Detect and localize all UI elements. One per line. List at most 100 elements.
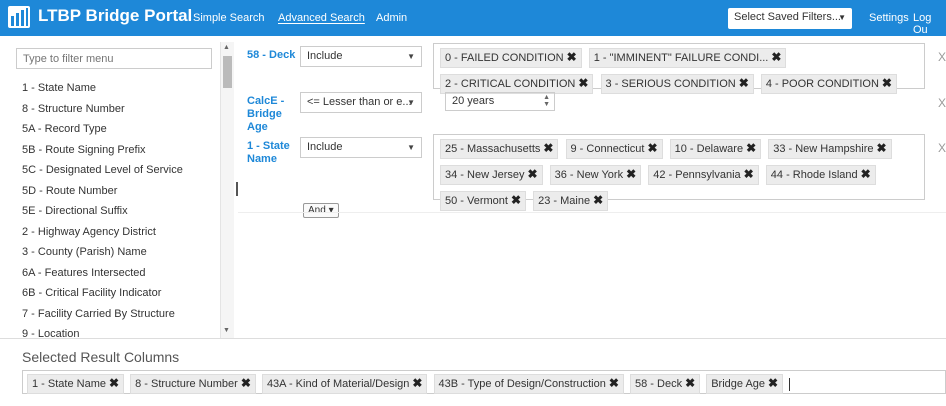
deck-operator-select[interactable]: Include ▼ bbox=[300, 46, 422, 67]
remove-icon[interactable]: ✖ bbox=[609, 376, 619, 390]
and-operator-dropdown[interactable]: And ▾ bbox=[303, 203, 339, 218]
menu-item[interactable]: 5C - Designated Level of Service bbox=[22, 160, 222, 181]
bridge-age-value-input[interactable]: 20 years ▲ ▼ bbox=[445, 92, 555, 111]
remove-icon[interactable]: ✖ bbox=[739, 76, 749, 90]
remove-icon[interactable]: ✖ bbox=[882, 76, 892, 90]
remove-filter-bridge-age-icon[interactable]: X bbox=[938, 96, 946, 110]
menu-item[interactable]: 7 - Facility Carried By Structure bbox=[22, 304, 222, 325]
scrollbar-thumb[interactable] bbox=[223, 56, 232, 88]
remove-icon[interactable]: ✖ bbox=[109, 376, 119, 390]
tag-label: 10 - Delaware bbox=[674, 143, 744, 155]
scroll-up-icon[interactable]: ▲ bbox=[223, 44, 230, 51]
filter-tag[interactable]: 2 - CRITICAL CONDITION ✖ bbox=[440, 74, 594, 94]
remove-icon[interactable]: ✖ bbox=[593, 193, 603, 207]
remove-icon[interactable]: ✖ bbox=[861, 167, 871, 181]
menu-item[interactable]: 1 - State Name bbox=[22, 78, 222, 99]
menu-item[interactable]: 5D - Route Number bbox=[22, 181, 222, 202]
menu-item[interactable]: 8 - Structure Number bbox=[22, 99, 222, 120]
filter-label-state-name[interactable]: 1 - State Name bbox=[247, 140, 299, 166]
filter-tag[interactable]: 44 - Rhode Island ✖ bbox=[765, 165, 876, 185]
menu-item[interactable]: 3 - County (Parish) Name bbox=[22, 242, 222, 263]
bridge-logo-icon bbox=[8, 6, 30, 28]
bridge-age-operator-select[interactable]: <= Lesser than or e... ▼ bbox=[300, 92, 422, 113]
column-tag[interactable]: 58 - Deck ✖ bbox=[630, 374, 701, 394]
menu-item[interactable]: 6A - Features Intersected bbox=[22, 263, 222, 284]
filter-tag[interactable]: 42 - Pennsylvania ✖ bbox=[648, 165, 759, 185]
state-operator-select[interactable]: Include ▼ bbox=[300, 137, 422, 158]
filter-tag[interactable]: 33 - New Hampshire ✖ bbox=[768, 139, 892, 159]
filter-tag[interactable]: 9 - Connecticut ✖ bbox=[565, 139, 663, 159]
nav-settings[interactable]: Settings bbox=[869, 12, 909, 24]
filter-tag[interactable]: 25 - Massachusetts ✖ bbox=[440, 139, 559, 159]
state-values-box[interactable]: 25 - Massachusetts ✖ 9 - Connecticut ✖ 10 … bbox=[433, 134, 925, 211]
filter-tag[interactable]: 23 - Maine ✖ bbox=[533, 191, 609, 211]
remove-icon[interactable]: ✖ bbox=[876, 141, 886, 155]
divider bbox=[238, 212, 946, 213]
menu-scrollbar[interactable]: ▲ ▼ bbox=[220, 42, 234, 338]
filter-label-bridge-age[interactable]: CalcE - Bridge Age bbox=[247, 95, 299, 134]
column-tag[interactable]: 1 - State Name ✖ bbox=[27, 374, 125, 394]
column-tag[interactable]: Bridge Age ✖ bbox=[706, 374, 784, 394]
menu-item[interactable]: 6B - Critical Facility Indicator bbox=[22, 283, 222, 304]
age-value: 20 years bbox=[452, 95, 495, 107]
column-tag[interactable]: 8 - Structure Number ✖ bbox=[130, 374, 256, 394]
tag-label: 43A - Kind of Material/Design bbox=[266, 378, 410, 390]
nav-advanced-search[interactable]: Advanced Search bbox=[278, 12, 365, 24]
tag-label: 42 - Pennsylvania bbox=[653, 169, 741, 181]
remove-icon[interactable]: ✖ bbox=[578, 76, 588, 90]
tag-label: 9 - Connecticut bbox=[570, 143, 645, 155]
remove-filter-state-icon[interactable]: X bbox=[938, 141, 946, 155]
result-columns-box[interactable]: 1 - State Name ✖ 8 - Structure Number ✖ 43… bbox=[22, 370, 946, 394]
filter-tag[interactable]: 50 - Vermont ✖ bbox=[440, 191, 527, 211]
remove-icon[interactable]: ✖ bbox=[626, 167, 636, 181]
tag-label: 4 - POOR CONDITION bbox=[765, 78, 879, 90]
filter-tag[interactable]: 34 - New Jersey ✖ bbox=[440, 165, 543, 185]
filter-tag[interactable]: 0 - FAILED CONDITION ✖ bbox=[440, 48, 582, 68]
remove-icon[interactable]: ✖ bbox=[543, 141, 553, 155]
filter-tag[interactable]: 10 - Delaware ✖ bbox=[669, 139, 762, 159]
remove-icon[interactable]: ✖ bbox=[241, 376, 251, 390]
filter-tag[interactable]: 3 - SERIOUS CONDITION ✖ bbox=[600, 74, 754, 94]
scroll-down-icon[interactable]: ▼ bbox=[223, 327, 230, 334]
filter-label-deck[interactable]: 58 - Deck bbox=[247, 49, 299, 62]
nav-logout[interactable]: Log Ou bbox=[913, 12, 946, 36]
menu-item[interactable]: 5E - Directional Suffix bbox=[22, 201, 222, 222]
tag-label: 1 - State Name bbox=[32, 378, 106, 390]
remove-icon[interactable]: ✖ bbox=[768, 376, 778, 390]
remove-filter-deck-icon[interactable]: X bbox=[938, 50, 946, 64]
filter-tag[interactable]: 36 - New York ✖ bbox=[549, 165, 642, 185]
menu-item[interactable]: 9 - Location bbox=[22, 324, 222, 345]
tag-label: 44 - Rhode Island bbox=[770, 169, 858, 181]
tag-label: Bridge Age bbox=[711, 378, 766, 390]
remove-icon[interactable]: ✖ bbox=[647, 141, 657, 155]
remove-icon[interactable]: ✖ bbox=[744, 167, 754, 181]
nav-simple-search[interactable]: Simple Search bbox=[193, 12, 265, 24]
remove-icon[interactable]: ✖ bbox=[412, 376, 422, 390]
number-spinner-icon[interactable]: ▲ ▼ bbox=[543, 94, 550, 108]
operator-value: <= Lesser than or e... bbox=[307, 96, 412, 108]
deck-values-box[interactable]: 0 - FAILED CONDITION ✖ 1 - "IMMINENT" FAI… bbox=[433, 43, 925, 94]
remove-icon[interactable]: ✖ bbox=[527, 167, 537, 181]
remove-icon[interactable]: ✖ bbox=[567, 50, 577, 64]
panel-resize-handle[interactable] bbox=[236, 182, 238, 196]
remove-icon[interactable]: ✖ bbox=[771, 50, 781, 64]
menu-item[interactable]: 2 - Highway Agency District bbox=[22, 222, 222, 243]
menu-item[interactable]: 5B - Route Signing Prefix bbox=[22, 140, 222, 161]
tag-label: 3 - SERIOUS CONDITION bbox=[605, 78, 736, 90]
tag-label: 43B - Type of Design/Construction bbox=[438, 378, 606, 390]
remove-icon[interactable]: ✖ bbox=[685, 376, 695, 390]
filter-tag[interactable]: 1 - "IMMINENT" FAILURE CONDI... ✖ bbox=[588, 48, 787, 68]
menu-filter-input[interactable] bbox=[16, 48, 212, 69]
saved-filters-select[interactable]: Select Saved Filters... ▼ bbox=[728, 8, 852, 29]
filter-tag[interactable]: 4 - POOR CONDITION ✖ bbox=[760, 74, 897, 94]
app-title[interactable]: LTBP Bridge Portal bbox=[38, 6, 192, 26]
tag-label: 25 - Massachusetts bbox=[445, 143, 541, 155]
column-tag[interactable]: 43A - Kind of Material/Design ✖ bbox=[261, 374, 428, 394]
menu-item[interactable]: 5A - Record Type bbox=[22, 119, 222, 140]
remove-icon[interactable]: ✖ bbox=[746, 141, 756, 155]
nav-admin[interactable]: Admin bbox=[376, 12, 407, 24]
text-cursor[interactable] bbox=[789, 377, 791, 391]
tag-label: 23 - Maine bbox=[538, 195, 591, 207]
remove-icon[interactable]: ✖ bbox=[511, 193, 521, 207]
column-tag[interactable]: 43B - Type of Design/Construction ✖ bbox=[433, 374, 624, 394]
